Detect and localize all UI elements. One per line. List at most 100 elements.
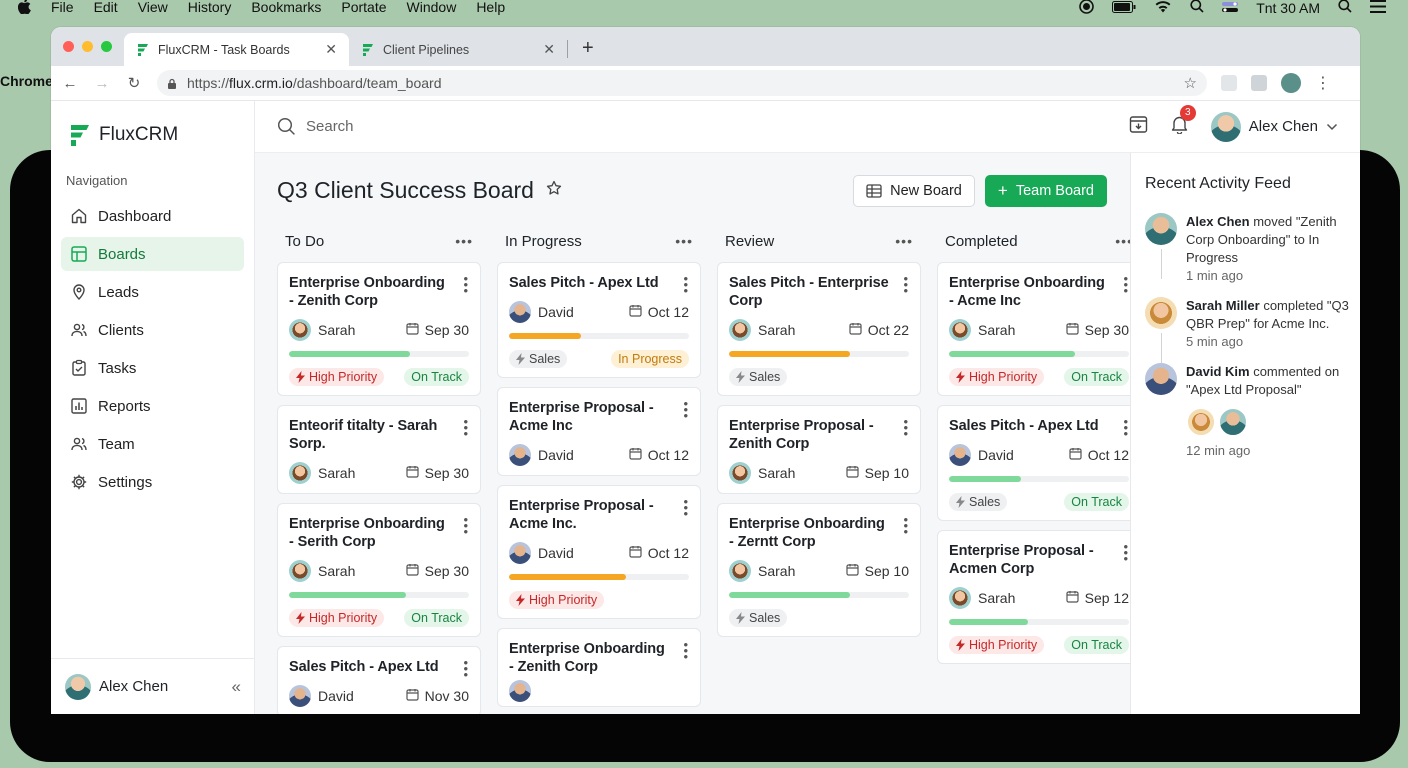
menu-edit[interactable]: Edit [94,0,118,15]
bookmark-star-icon[interactable]: ☆ [1184,74,1197,92]
tag-badge[interactable]: Sales [509,350,568,368]
menu-portate[interactable]: Portate [341,0,386,15]
forward-arrow-icon[interactable]: → [93,75,111,92]
sidebar-item-team[interactable]: Team [61,427,244,461]
card-menu-icon[interactable]: • • • [683,495,688,520]
tag-badge[interactable]: On Track [1064,493,1129,511]
search-box[interactable]: Search [277,117,354,136]
tag-badge[interactable]: On Track [1064,636,1129,654]
favorite-star-icon[interactable] [546,180,562,201]
task-card[interactable]: Enterprise Onboarding - Zenith Corp • • • Sa… [277,262,481,396]
card-menu-icon[interactable]: • • • [683,272,688,297]
task-card[interactable]: Enterprise Proposal - Acme Inc. • • • David O… [497,485,701,619]
task-card[interactable]: Sales Pitch - Apex Ltd • • • David Nov 30 [277,646,481,714]
tag-badge[interactable]: Sales [729,609,788,627]
card-menu-icon[interactable]: • • • [903,415,908,440]
task-card[interactable]: Enterprise Onboarding - Serith Corp • • • Sa… [277,503,481,637]
task-card[interactable]: Enterprise Onboarding - Zerntt Corp • • • Sa… [717,503,921,637]
tag-badge[interactable]: On Track [404,368,469,386]
card-menu-icon[interactable]: • • • [903,513,908,538]
sidebar-item-leads[interactable]: Leads [61,275,244,309]
task-card[interactable]: Enterprise Proposal - Acme Inc • • • David Oc… [497,387,701,476]
task-card[interactable]: Sales Pitch - Apex Ltd • • • David Oct 12 Sale… [497,262,701,378]
tab-client-pipelines[interactable]: Client Pipelines ✕ [349,33,567,66]
tag-badge[interactable]: High Priority [289,609,385,627]
task-card[interactable]: Enteorif titalty - Sarah Sorp. • • • Sarah Se… [277,405,481,494]
tab-fluxcrm-task-boards[interactable]: FluxCRM - Task Boards ✕ [124,33,349,66]
user-menu[interactable]: Alex Chen [1210,111,1338,142]
card-menu-icon[interactable]: • • • [463,656,468,681]
card-menu-icon[interactable]: • • • [1123,272,1128,297]
tag-badge[interactable]: Sales [949,493,1008,511]
team-board-button[interactable]: + Team Board [984,175,1107,207]
profile-avatar[interactable] [1281,73,1301,93]
tag-badge[interactable]: In Progress [611,350,689,368]
task-card[interactable]: Sales Pitch - Enterprise Corp • • • Sarah Oct… [717,262,921,396]
close-window-button[interactable] [63,41,74,52]
battery-icon[interactable] [1112,0,1136,16]
sidebar-item-reports[interactable]: Reports [61,389,244,423]
task-card[interactable]: Sales Pitch - Apex Ltd • • • David Oct 12 Sale… [937,405,1141,521]
close-tab-icon[interactable]: ✕ [543,41,555,58]
collapse-sidebar-icon[interactable]: « [232,677,241,697]
menu-history[interactable]: History [188,0,232,15]
menubar-clock[interactable]: Tnt 30 AM [1256,0,1320,16]
spotlight-icon[interactable] [1338,0,1352,16]
menu-help[interactable]: Help [476,0,505,15]
card-menu-icon[interactable]: • • • [903,272,908,297]
sidebar-item-clients[interactable]: Clients [61,313,244,347]
sidebar-item-boards[interactable]: Boards [61,237,244,271]
record-icon[interactable] [1079,0,1094,17]
reload-icon[interactable]: ↻ [125,74,143,92]
card-menu-icon[interactable]: • • • [463,415,468,440]
sidebar-item-dashboard[interactable]: Dashboard [61,199,244,233]
column-menu-icon[interactable]: ••• [895,233,913,249]
tag-badge[interactable]: High Priority [949,636,1045,654]
menu-file[interactable]: File [51,0,74,15]
extension-icon[interactable] [1221,75,1237,91]
new-tab-button[interactable]: + [582,37,594,60]
notifications-button[interactable]: 3 [1170,105,1196,139]
activity-item[interactable]: David Kim commented on "Apex Ltd Proposa… [1145,363,1360,458]
tag-badge[interactable]: On Track [1064,368,1129,386]
tag-badge[interactable]: High Priority [949,368,1045,386]
spotlight-search-icon[interactable] [1190,0,1204,16]
task-card[interactable]: Enterprise Proposal - Acmen Corp • • • Sarah… [937,530,1141,664]
task-card[interactable]: Enterprise Onboarding - Zenith Corp • • • [497,628,701,707]
task-card[interactable]: Enterprise Proposal - Zenith Corp • • • Sara… [717,405,921,494]
card-menu-icon[interactable]: • • • [683,397,688,422]
tag-badge[interactable]: Sales [729,368,788,386]
brand[interactable]: FluxCRM [51,101,254,153]
minimize-window-button[interactable] [82,41,93,52]
close-tab-icon[interactable]: ✕ [325,41,337,58]
column-menu-icon[interactable]: ••• [675,233,693,249]
column-menu-icon[interactable]: ••• [455,233,473,249]
apple-icon[interactable] [17,0,31,17]
card-menu-icon[interactable]: • • • [683,638,688,663]
new-board-button[interactable]: New Board [853,175,975,207]
browser-menu-icon[interactable]: ⋮ [1315,73,1331,93]
wifi-icon[interactable] [1154,0,1172,16]
sidebar-item-settings[interactable]: Settings [61,465,244,499]
menu-window[interactable]: Window [407,0,457,15]
sidebar-item-tasks[interactable]: Tasks [61,351,244,385]
inbox-download-icon[interactable] [1129,115,1148,139]
activity-item[interactable]: Alex Chen moved "Zenith Corp Onboarding"… [1145,213,1360,283]
extension-image-icon[interactable] [1251,75,1267,91]
tag-badge[interactable]: High Priority [289,368,385,386]
card-menu-icon[interactable]: • • • [463,272,468,297]
card-menu-icon[interactable]: • • • [1123,415,1128,440]
card-menu-icon[interactable]: • • • [1123,540,1128,565]
menu-bookmarks[interactable]: Bookmarks [251,0,321,15]
sidebar-user[interactable]: Alex Chen « [51,658,255,714]
tag-badge[interactable]: High Priority [509,591,605,609]
control-center-icon[interactable] [1222,0,1239,16]
menu-view[interactable]: View [138,0,168,15]
maximize-window-button[interactable] [101,41,112,52]
activity-item[interactable]: Sarah Miller completed "Q3 QBR Prep" for… [1145,297,1360,363]
task-card[interactable]: Enterprise Onboarding - Acme Inc • • • Sarah… [937,262,1141,396]
back-arrow-icon[interactable]: ← [61,75,79,92]
notification-center-icon[interactable] [1370,0,1386,16]
url-field[interactable]: https://flux.crm.io/dashboard/team_board… [157,70,1207,96]
card-menu-icon[interactable]: • • • [463,513,468,538]
